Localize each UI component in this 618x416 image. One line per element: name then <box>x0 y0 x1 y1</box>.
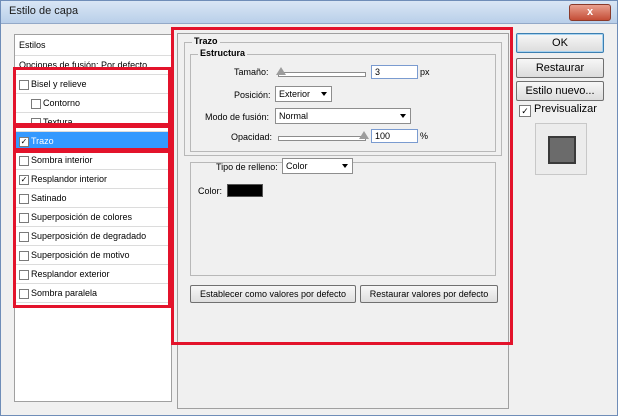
annotation-box-stroke <box>13 125 171 151</box>
new-style-button[interactable]: Estilo nuevo... <box>516 81 604 101</box>
ok-button[interactable]: OK <box>516 33 604 53</box>
close-icon: x <box>586 6 594 18</box>
title-bar[interactable]: Estilo de capa x <box>1 1 617 24</box>
preview-swatch <box>548 136 576 164</box>
preview-thumbnail <box>535 123 587 175</box>
annotation-box-bevel <box>13 67 171 126</box>
annotation-box-options <box>171 27 513 345</box>
dialog-content: Estilos Opciones de fusión: Por defecto … <box>5 27 613 411</box>
layer-style-dialog: Estilo de capa x Estilos Opciones de fus… <box>0 0 618 416</box>
styles-header-label: Estilos <box>19 40 46 50</box>
preview-checkbox[interactable]: ✓ <box>519 105 531 117</box>
reset-button[interactable]: Restaurar <box>516 58 604 78</box>
window-title: Estilo de capa <box>9 5 79 17</box>
close-button[interactable]: x <box>569 4 611 21</box>
styles-header[interactable]: Estilos <box>15 35 171 56</box>
preview-label: Previsualizar <box>534 103 597 115</box>
annotation-box-effects <box>13 150 171 308</box>
